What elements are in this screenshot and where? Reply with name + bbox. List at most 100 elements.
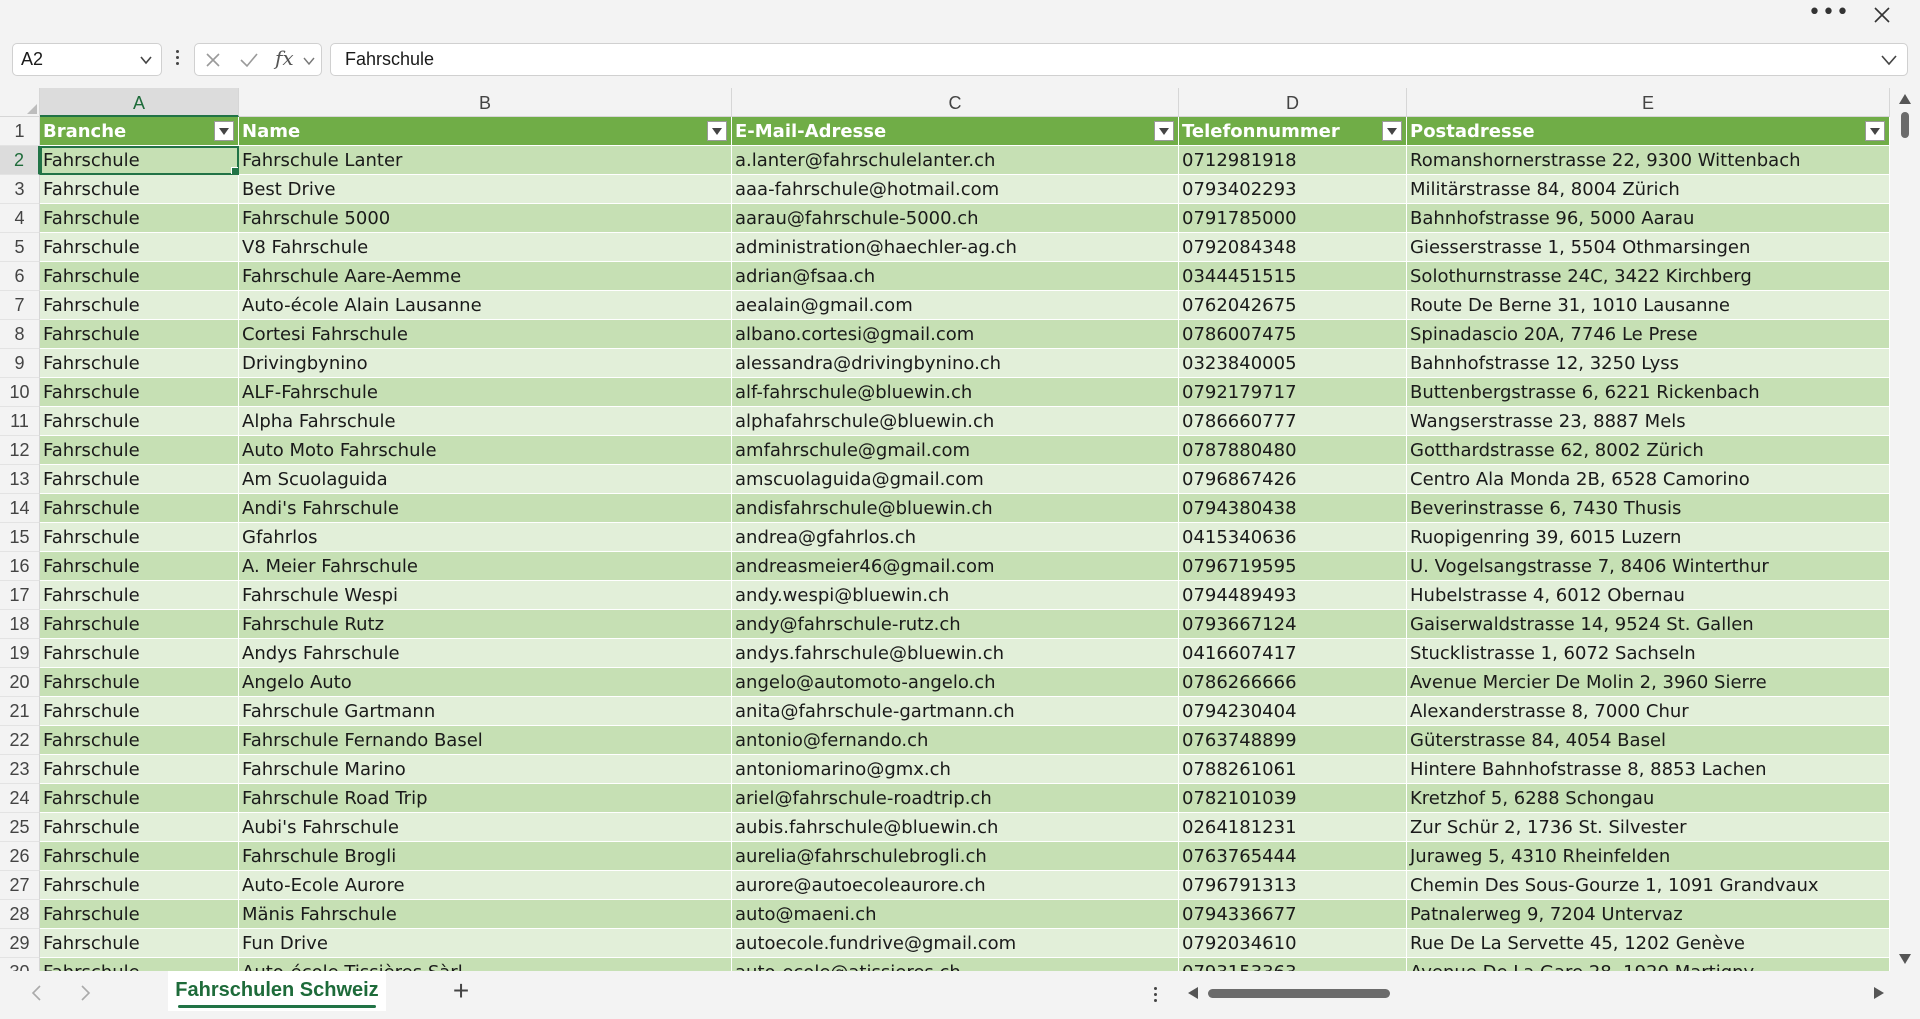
cell-email[interactable]: aarau@fahrschule-5000.ch: [732, 204, 1179, 233]
cell-name[interactable]: Fahrschule Aare-Aemme: [239, 262, 732, 291]
cell-name[interactable]: Gfahrlos: [239, 523, 732, 552]
header-cell-address[interactable]: Postadresse: [1407, 117, 1890, 146]
cell-address[interactable]: Route De Berne 31, 1010 Lausanne: [1407, 291, 1890, 320]
prev-sheet-icon[interactable]: [30, 985, 42, 1001]
cell-address[interactable]: Avenue Mercier De Molin 2, 3960 Sierre: [1407, 668, 1890, 697]
row-header[interactable]: 13: [0, 465, 40, 494]
cell-email[interactable]: alf-fahrschule@bluewin.ch: [732, 378, 1179, 407]
cell-address[interactable]: Gaiserwaldstrasse 14, 9524 St. Gallen: [1407, 610, 1890, 639]
cell-address[interactable]: Romanshornerstrasse 22, 9300 Wittenbach: [1407, 146, 1890, 175]
column-header-b[interactable]: B: [239, 88, 732, 117]
cell-phone[interactable]: 0792179717: [1179, 378, 1407, 407]
cell-email[interactable]: ariel@fahrschule-roadtrip.ch: [732, 784, 1179, 813]
cell-address[interactable]: Patnalerweg 9, 7204 Untervaz: [1407, 900, 1890, 929]
row-header[interactable]: 26: [0, 842, 40, 871]
column-header-e[interactable]: E: [1407, 88, 1890, 117]
add-sheet-button[interactable]: +: [446, 977, 476, 1007]
cell-branche[interactable]: Fahrschule: [40, 320, 239, 349]
cell-address[interactable]: Chemin Des Sous-Gourze 1, 1091 Grandvaux: [1407, 871, 1890, 900]
cell-branche[interactable]: Fahrschule: [40, 639, 239, 668]
cell-address[interactable]: U. Vogelsangstrasse 7, 8406 Winterthur: [1407, 552, 1890, 581]
cell-phone[interactable]: 0786660777: [1179, 407, 1407, 436]
cell-branche[interactable]: Fahrschule: [40, 523, 239, 552]
cell-branche[interactable]: Fahrschule: [40, 929, 239, 958]
cell-branche[interactable]: Fahrschule: [40, 552, 239, 581]
column-header-a[interactable]: A: [40, 88, 239, 117]
cell-address[interactable]: Beverinstrasse 6, 7430 Thusis: [1407, 494, 1890, 523]
cell-address[interactable]: Centro Ala Monda 2B, 6528 Camorino: [1407, 465, 1890, 494]
cell-branche[interactable]: Fahrschule: [40, 784, 239, 813]
cell-name[interactable]: A. Meier Fahrschule: [239, 552, 732, 581]
cell-branche[interactable]: Fahrschule: [40, 291, 239, 320]
cell-email[interactable]: antoniomarino@gmx.ch: [732, 755, 1179, 784]
row-header[interactable]: 25: [0, 813, 40, 842]
cancel-icon[interactable]: [205, 52, 221, 68]
function-icon[interactable]: fx: [275, 46, 294, 70]
cell-email[interactable]: amscuolaguida@gmail.com: [732, 465, 1179, 494]
cell-email[interactable]: aurore@autoecoleaurore.ch: [732, 871, 1179, 900]
cell-email[interactable]: anita@fahrschule-gartmann.ch: [732, 697, 1179, 726]
row-header[interactable]: 11: [0, 407, 40, 436]
cell-phone[interactable]: 0793402293: [1179, 175, 1407, 204]
cell-email[interactable]: aurelia@fahrschulebrogli.ch: [732, 842, 1179, 871]
cell-branche[interactable]: Fahrschule: [40, 407, 239, 436]
cell-email[interactable]: angelo@automoto-angelo.ch: [732, 668, 1179, 697]
cell-address[interactable]: Militärstrasse 84, 8004 Zürich: [1407, 175, 1890, 204]
cell-name[interactable]: Drivingbynino: [239, 349, 732, 378]
row-header[interactable]: 4: [0, 204, 40, 233]
cell-name[interactable]: Auto-école Tissières Sàrl: [239, 958, 732, 971]
cell-email[interactable]: andy.wespi@bluewin.ch: [732, 581, 1179, 610]
cell-branche[interactable]: Fahrschule: [40, 755, 239, 784]
row-header[interactable]: 9: [0, 349, 40, 378]
cell-branche[interactable]: Fahrschule: [40, 871, 239, 900]
cell-name[interactable]: ALF-Fahrschule: [239, 378, 732, 407]
row-header[interactable]: 22: [0, 726, 40, 755]
cell-email[interactable]: aubis.fahrschule@bluewin.ch: [732, 813, 1179, 842]
cell-name[interactable]: Auto Moto Fahrschule: [239, 436, 732, 465]
row-header[interactable]: 21: [0, 697, 40, 726]
select-all-corner[interactable]: [0, 88, 40, 117]
scroll-down-icon[interactable]: [1899, 954, 1911, 964]
cell-name[interactable]: Cortesi Fahrschule: [239, 320, 732, 349]
cell-address[interactable]: Bahnhofstrasse 96, 5000 Aarau: [1407, 204, 1890, 233]
cell-name[interactable]: Auto-école Alain Lausanne: [239, 291, 732, 320]
filter-dropdown-icon[interactable]: [1382, 121, 1402, 141]
horizontal-scrollbar[interactable]: [1182, 981, 1894, 1005]
cell-phone[interactable]: 0344451515: [1179, 262, 1407, 291]
row-header[interactable]: 29: [0, 929, 40, 958]
cell-branche[interactable]: Fahrschule: [40, 668, 239, 697]
cell-name[interactable]: Mänis Fahrschule: [239, 900, 732, 929]
chevron-down-icon[interactable]: [139, 53, 153, 67]
enter-icon[interactable]: [239, 52, 259, 68]
cell-email[interactable]: andy@fahrschule-rutz.ch: [732, 610, 1179, 639]
filter-dropdown-icon[interactable]: [214, 121, 234, 141]
cell-email[interactable]: amfahrschule@gmail.com: [732, 436, 1179, 465]
row-header[interactable]: 28: [0, 900, 40, 929]
cell-address[interactable]: Stucklistrasse 1, 6072 Sachseln: [1407, 639, 1890, 668]
cell-phone[interactable]: 0794336677: [1179, 900, 1407, 929]
filter-dropdown-icon[interactable]: [1154, 121, 1174, 141]
cell-email[interactable]: adrian@fsaa.ch: [732, 262, 1179, 291]
cell-branche[interactable]: Fahrschule: [40, 378, 239, 407]
scroll-up-icon[interactable]: [1899, 94, 1911, 104]
next-sheet-icon[interactable]: [80, 985, 92, 1001]
cell-phone[interactable]: 0796719595: [1179, 552, 1407, 581]
row-header[interactable]: 7: [0, 291, 40, 320]
cell-address[interactable]: Juraweg 5, 4310 Rheinfelden: [1407, 842, 1890, 871]
cell-address[interactable]: Spinadascio 20A, 7746 Le Prese: [1407, 320, 1890, 349]
cell-address[interactable]: Giesserstrasse 1, 5504 Othmarsingen: [1407, 233, 1890, 262]
cell-branche[interactable]: Fahrschule: [40, 610, 239, 639]
cell-address[interactable]: Gotthardstrasse 62, 8002 Zürich: [1407, 436, 1890, 465]
cell-name[interactable]: Best Drive: [239, 175, 732, 204]
cell-address[interactable]: Rue De La Servette 45, 1202 Genève: [1407, 929, 1890, 958]
cell-phone[interactable]: 0796791313: [1179, 871, 1407, 900]
header-cell-name[interactable]: Name: [239, 117, 732, 146]
cell-branche[interactable]: Fahrschule: [40, 842, 239, 871]
cell-name[interactable]: Fahrschule Rutz: [239, 610, 732, 639]
cell-email[interactable]: andreasmeier46@gmail.com: [732, 552, 1179, 581]
cell-email[interactable]: aealain@gmail.com: [732, 291, 1179, 320]
cell-phone[interactable]: 0791785000: [1179, 204, 1407, 233]
cell-email[interactable]: a.lanter@fahrschulelanter.ch: [732, 146, 1179, 175]
cell-name[interactable]: Andys Fahrschule: [239, 639, 732, 668]
vertical-scroll-thumb[interactable]: [1901, 112, 1909, 138]
